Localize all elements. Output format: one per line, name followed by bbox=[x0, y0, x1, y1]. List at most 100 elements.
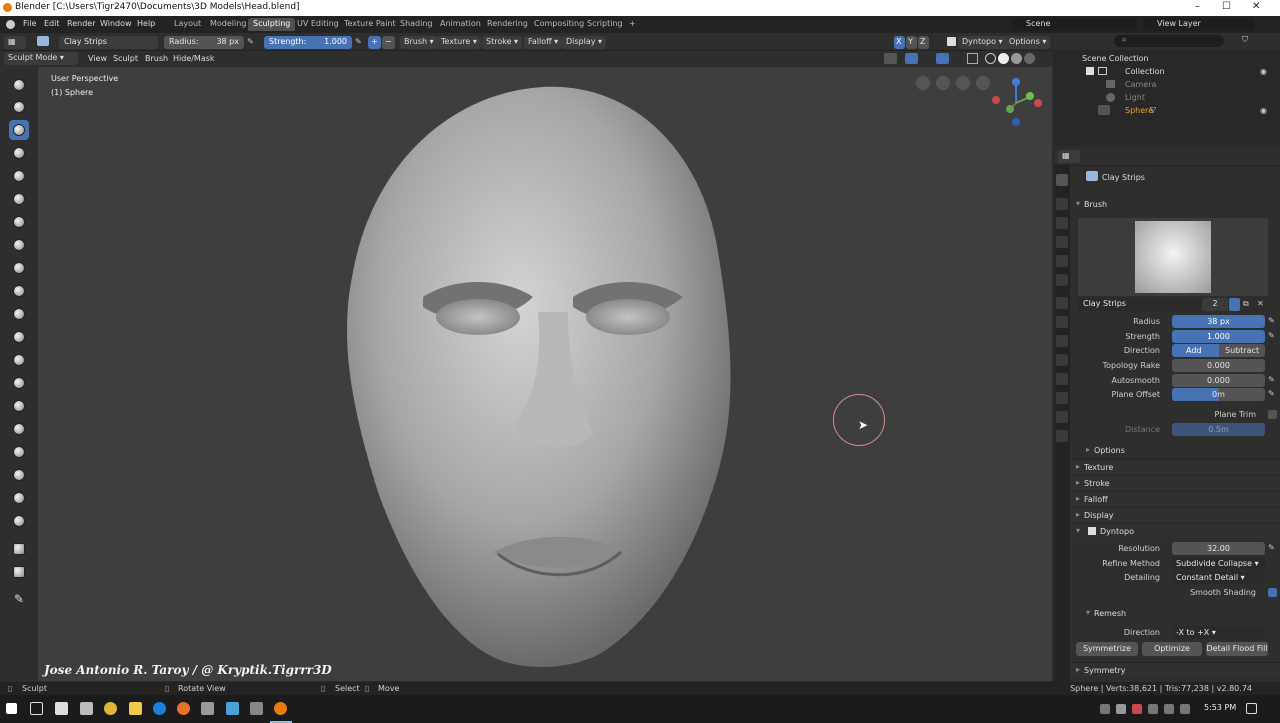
tool-snake-hook[interactable] bbox=[9, 396, 29, 416]
tool-clay[interactable] bbox=[9, 143, 29, 163]
outliner-item-camera[interactable]: Camera bbox=[1125, 80, 1156, 89]
tool-scrape[interactable] bbox=[9, 327, 29, 347]
tool-thumb[interactable] bbox=[9, 419, 29, 439]
tab-layout[interactable]: Layout bbox=[169, 18, 206, 31]
tab-modeling[interactable]: Modeling bbox=[205, 18, 251, 31]
visibility-icon[interactable] bbox=[884, 53, 897, 64]
dyntopo-menu[interactable]: Dyntopo bbox=[958, 36, 1007, 49]
material-tab-icon[interactable] bbox=[1056, 411, 1068, 423]
strength-pressure-icon[interactable]: ✎ bbox=[355, 37, 362, 46]
sculpt-menu[interactable]: Sculpt bbox=[113, 54, 138, 63]
blender-menu-icon[interactable] bbox=[6, 20, 15, 29]
outliner-item-collection[interactable]: Collection bbox=[1125, 67, 1165, 76]
tray-icon-3[interactable] bbox=[1132, 704, 1142, 714]
outliner-item-light[interactable]: Light bbox=[1125, 93, 1145, 102]
topology-rake-field[interactable]: 0.000 bbox=[1172, 359, 1265, 372]
brush-panel-header[interactable]: Brush bbox=[1072, 197, 1280, 212]
symmetry-x-toggle[interactable]: X bbox=[894, 36, 905, 49]
tool-pinch[interactable] bbox=[9, 350, 29, 370]
direction-subtract-toggle[interactable]: Subtract bbox=[1219, 344, 1265, 357]
tool-fill[interactable] bbox=[9, 304, 29, 324]
strength-field[interactable]: Strength: 1.000 bbox=[264, 36, 352, 49]
sample-detail-eyedropper-icon[interactable]: ✎ bbox=[1268, 543, 1275, 552]
optimize-button[interactable]: Optimize bbox=[1142, 642, 1202, 656]
radius-field[interactable]: Radius: 38 px bbox=[164, 36, 244, 49]
mail-icon[interactable] bbox=[80, 702, 93, 715]
menu-help[interactable]: Help bbox=[137, 19, 155, 28]
maximize-button[interactable]: ☐ bbox=[1222, 1, 1231, 12]
solid-shading-icon[interactable] bbox=[998, 53, 1009, 64]
particles-tab-icon[interactable] bbox=[1056, 335, 1068, 347]
constraints-tab-icon[interactable] bbox=[1056, 373, 1068, 385]
strength-value-field[interactable]: 1.000 bbox=[1172, 330, 1265, 343]
outliner-search-input[interactable] bbox=[1114, 35, 1224, 47]
tool-crease[interactable] bbox=[9, 235, 29, 255]
object-tab-icon[interactable] bbox=[1056, 297, 1068, 309]
scene-tab-icon[interactable] bbox=[1056, 255, 1068, 267]
symmetry-panel-header[interactable]: Symmetry bbox=[1072, 662, 1280, 677]
remesh-subpanel-header[interactable]: Remesh bbox=[1082, 606, 1280, 621]
plane-offset-pressure-icon[interactable]: ✎ bbox=[1268, 389, 1275, 398]
output-tab-icon[interactable] bbox=[1056, 217, 1068, 229]
store-icon[interactable] bbox=[55, 702, 68, 715]
tool-box-mask[interactable] bbox=[9, 562, 29, 582]
tool-mask[interactable] bbox=[9, 511, 29, 531]
tool-inflate[interactable] bbox=[9, 189, 29, 209]
tool-smooth[interactable] bbox=[9, 258, 29, 278]
tool-simplify[interactable] bbox=[9, 488, 29, 508]
menu-file[interactable]: File bbox=[23, 19, 36, 28]
volume-icon[interactable] bbox=[1164, 704, 1174, 714]
minimize-button[interactable]: – bbox=[1195, 1, 1200, 12]
tool-box-hide[interactable] bbox=[9, 539, 29, 559]
symmetrize-button[interactable]: Symmetrize bbox=[1076, 642, 1138, 656]
file-explorer-icon[interactable] bbox=[129, 702, 142, 715]
distance-field[interactable]: 0.5m bbox=[1172, 423, 1265, 436]
add-workspace-button[interactable]: + bbox=[624, 18, 641, 31]
mode-selector[interactable]: Sculpt Mode bbox=[4, 52, 78, 65]
collection-checkbox[interactable] bbox=[1086, 67, 1094, 75]
brush-datablock-name[interactable]: Clay Strips bbox=[1078, 298, 1201, 311]
overlay-icon[interactable] bbox=[936, 53, 949, 64]
windows-start-icon[interactable] bbox=[6, 703, 17, 714]
strength-pressure-toggle-icon[interactable]: ✎ bbox=[1268, 331, 1275, 340]
falloff-menu[interactable]: Falloff bbox=[524, 36, 563, 49]
radius-pressure-icon[interactable]: ✎ bbox=[247, 37, 254, 46]
radius-pressure-toggle-icon[interactable]: ✎ bbox=[1268, 316, 1275, 325]
direction-add-button[interactable]: + bbox=[368, 36, 381, 49]
stroke-menu[interactable]: Stroke bbox=[482, 36, 523, 49]
options-menu[interactable]: Options bbox=[1005, 36, 1051, 49]
options-subpanel-header[interactable]: Options bbox=[1082, 443, 1280, 458]
tab-uv-editing[interactable]: UV Editing bbox=[292, 18, 344, 31]
action-center-icon[interactable] bbox=[1246, 703, 1257, 714]
camera-icon[interactable] bbox=[936, 76, 950, 90]
properties-editor-icon[interactable]: ▦ bbox=[1058, 150, 1080, 163]
tool-flatten[interactable] bbox=[9, 281, 29, 301]
render-tab-icon[interactable] bbox=[1056, 198, 1068, 210]
tab-compositing[interactable]: Compositing bbox=[529, 18, 589, 31]
scene-selector[interactable]: Scene bbox=[1012, 18, 1137, 31]
material-shading-icon[interactable] bbox=[1011, 53, 1022, 64]
smooth-shading-checkbox[interactable] bbox=[1268, 588, 1277, 597]
plane-trim-checkbox[interactable] bbox=[1268, 410, 1277, 419]
menu-render[interactable]: Render bbox=[67, 19, 95, 28]
display-menu[interactable]: Display bbox=[562, 36, 607, 49]
plane-offset-field[interactable]: 0m bbox=[1172, 388, 1265, 401]
tool-blob[interactable] bbox=[9, 212, 29, 232]
modifier-tab-icon[interactable] bbox=[1056, 316, 1068, 328]
view-layer-selector[interactable]: View Layer bbox=[1143, 18, 1255, 31]
tool-clay-strips[interactable] bbox=[9, 120, 29, 140]
texture-panel-header[interactable]: Texture bbox=[1072, 459, 1280, 474]
gizmo-icon[interactable] bbox=[905, 53, 918, 64]
keyboard-icon[interactable] bbox=[1180, 704, 1190, 714]
tray-icon-2[interactable] bbox=[1116, 704, 1126, 714]
dyntopo-panel-header[interactable]: Dyntopo bbox=[1072, 523, 1280, 538]
fake-user-icon[interactable] bbox=[1229, 298, 1240, 311]
duplicate-brush-icon[interactable]: ⧉ bbox=[1243, 299, 1249, 309]
tab-scripting[interactable]: Scripting bbox=[582, 18, 628, 31]
hide-mask-menu[interactable]: Hide/Mask bbox=[173, 54, 215, 63]
direction-subtract-button[interactable]: − bbox=[382, 36, 395, 49]
display-panel-header[interactable]: Display bbox=[1072, 507, 1280, 522]
tool-draw-sharp[interactable] bbox=[9, 97, 29, 117]
view-menu[interactable]: View bbox=[88, 54, 107, 63]
tool-tab-icon[interactable] bbox=[1056, 174, 1068, 186]
